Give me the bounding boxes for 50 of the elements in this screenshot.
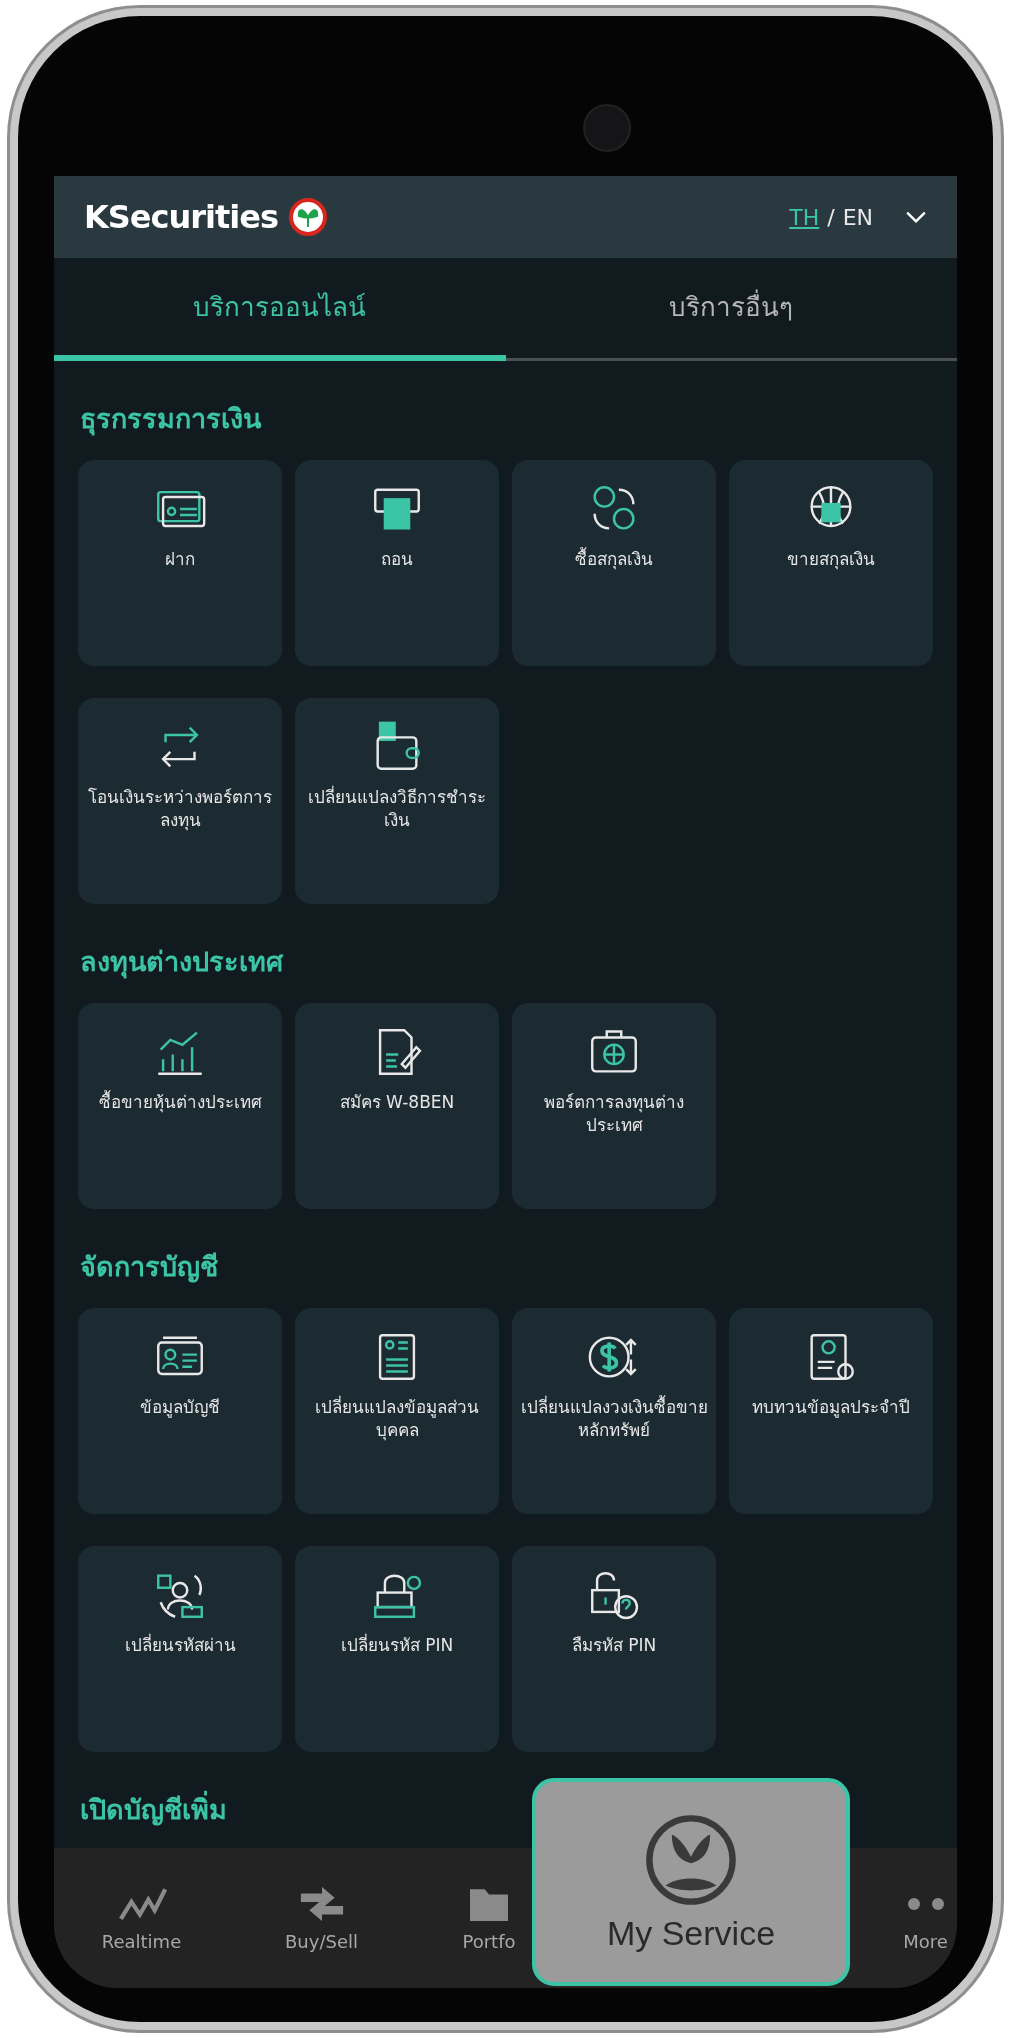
tile-label: เปลี่ยนรหัสผ่าน [124,1634,236,1657]
section-title: จัดการบัญชี [80,1250,219,1285]
service-tile[interactable]: ซื้อสกุลเงิน [512,460,716,666]
nav-item[interactable]: More [894,1884,957,1952]
tile-label: ลืมรหัส PIN [571,1634,657,1657]
service-tile[interactable]: เปลี่ยนรหัส PIN [295,1546,499,1752]
section-title: ลงทุนต่างประเทศ [80,945,285,981]
tile-label: ทบทวนข้อมูลประจำปี [752,1396,910,1419]
more-icon [907,1897,944,1910]
my-service-popup[interactable]: My Service [532,1778,850,1986]
service-tile[interactable]: ทบทวนข้อมูลประจำปี [729,1308,933,1514]
service-tile[interactable]: โอนเงินระหว่างพอร์ตการลงทุน [78,698,282,904]
service-tile[interactable]: สมัคร W-8BEN [295,1003,499,1209]
language-option[interactable]: TH [789,204,820,230]
leaf-logo-icon [288,197,329,237]
tab[interactable]: บริการอื่นๆ [505,258,957,361]
separator-text: / [827,204,835,230]
service-tile[interactable]: พอร์ตการลงทุนต่างประเทศ [512,1003,716,1209]
language-option[interactable]: EN [842,204,873,230]
service-tile[interactable]: เปลี่ยนรหัสผ่าน [78,1546,282,1752]
tile-label: เปลี่ยนแปลงวิธีการชำระเงิน [307,786,487,832]
tile-label: เปลี่ยนแปลงข้อมูลส่วนบุคคล [314,1396,480,1442]
service-tile[interactable]: ข้อมูลบัญชี [78,1308,282,1514]
nav-item[interactable]: Realtime [54,1884,229,1952]
tile-label: พอร์ตการลงทุนต่างประเทศ [543,1091,685,1137]
brand-logo: KSecurities [84,198,279,236]
service-tile[interactable]: เปลี่ยนแปลงวงเงินซื้อขายหลักทรัพย์ [512,1308,716,1514]
chevron-down-icon[interactable] [905,210,927,224]
tile-label: ซื้อสกุลเงิน [575,548,653,571]
tile-label: โอนเงินระหว่างพอร์ตการลงทุน [87,786,273,832]
tab[interactable]: บริการออนไลน์ [54,258,506,361]
popup-label: My Service [606,1913,776,1953]
tile-label: เปลี่ยนรหัส PIN [340,1634,454,1657]
service-tile[interactable]: ฝาก [78,460,282,666]
tile-label: ฝาก [165,548,195,571]
service-tile[interactable]: เปลี่ยนแปลงข้อมูลส่วนบุคคล [295,1308,499,1514]
camera-icon [583,104,631,152]
nav-item[interactable]: Buy/Sell [229,1884,414,1952]
tile-label: ถอน [381,548,413,571]
service-tile[interactable]: ถอน [295,460,499,666]
tile-label: ซื้อขายหุ้นต่างประเทศ [98,1091,262,1114]
tile-label: ข้อมูลบัญชี [140,1396,220,1419]
service-tile[interactable]: เปลี่ยนแปลงวิธีการชำระเงิน [295,698,499,904]
section-title: ธุรกรรมการเงิน [80,402,263,438]
tile-label: ขายสกุลเงิน [787,548,875,571]
service-tile[interactable]: ลืมรหัส PIN [512,1546,716,1752]
tile-label: เปลี่ยนแปลงวงเงินซื้อขายหลักทรัพย์ [519,1396,709,1442]
service-tile[interactable]: ขายสกุลเงิน [729,460,933,666]
tile-label: สมัคร W-8BEN [339,1091,455,1114]
service-tile[interactable]: ซื้อขายหุ้นต่างประเทศ [78,1003,282,1209]
